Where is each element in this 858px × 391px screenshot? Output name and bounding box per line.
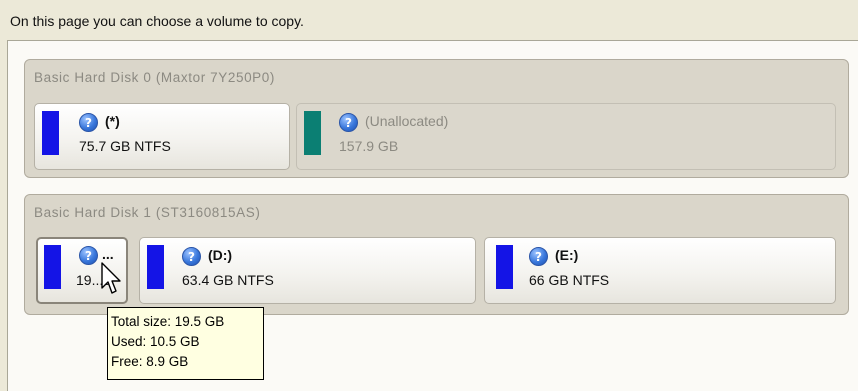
tooltip-used: Used: 10.5 GB xyxy=(111,334,200,349)
tooltip-total-size: Total size: 19.5 GB xyxy=(111,314,225,329)
volume-color-bar xyxy=(147,245,164,289)
volume-size: 75.7 GB NTFS xyxy=(79,138,171,154)
disk-0-title: Basic Hard Disk 0 (Maxtor 7Y250P0) xyxy=(34,70,275,85)
disk-1-group: Basic Hard Disk 1 (ST3160815AS) ? ... 19… xyxy=(24,194,849,315)
volume-label: ... xyxy=(102,246,114,262)
volume-color-bar xyxy=(496,245,513,289)
volume-info-tooltip: Total size: 19.5 GB Used: 10.5 GB Free: … xyxy=(107,307,264,380)
volume-label: (*) xyxy=(105,113,120,129)
volume-disk1-e[interactable]: ? (E:) 66 GB NTFS xyxy=(484,237,836,304)
question-icon: ? xyxy=(79,246,98,265)
volume-size: 63.4 GB NTFS xyxy=(182,272,274,288)
volume-label: (D:) xyxy=(208,247,233,263)
volume-disk0-star[interactable]: ? (*) 75.7 GB NTFS xyxy=(34,103,290,170)
volume-label: (E:) xyxy=(555,247,579,263)
volume-color-bar xyxy=(42,111,59,155)
question-icon: ? xyxy=(182,247,201,266)
question-icon: ? xyxy=(79,113,98,132)
volume-disk0-unallocated[interactable]: ? (Unallocated) 157.9 GB xyxy=(296,103,836,170)
volume-selection-page: On this page you can choose a volume to … xyxy=(0,0,858,391)
mouse-cursor-icon xyxy=(101,262,121,294)
volume-color-bar xyxy=(44,245,61,289)
volume-disk1-d[interactable]: ? (D:) 63.4 GB NTFS xyxy=(139,237,476,304)
tooltip-free: Free: 8.9 GB xyxy=(111,354,189,369)
instruction-text: On this page you can choose a volume to … xyxy=(10,13,304,29)
volume-size: 66 GB NTFS xyxy=(529,272,610,288)
volume-color-bar xyxy=(304,111,321,155)
question-icon: ? xyxy=(529,247,548,266)
disk-0-group: Basic Hard Disk 0 (Maxtor 7Y250P0) ? (*)… xyxy=(24,59,849,178)
question-icon: ? xyxy=(339,113,358,132)
disk-1-title: Basic Hard Disk 1 (ST3160815AS) xyxy=(34,205,261,220)
volume-size: 157.9 GB xyxy=(339,138,399,154)
volume-label: (Unallocated) xyxy=(365,113,449,129)
